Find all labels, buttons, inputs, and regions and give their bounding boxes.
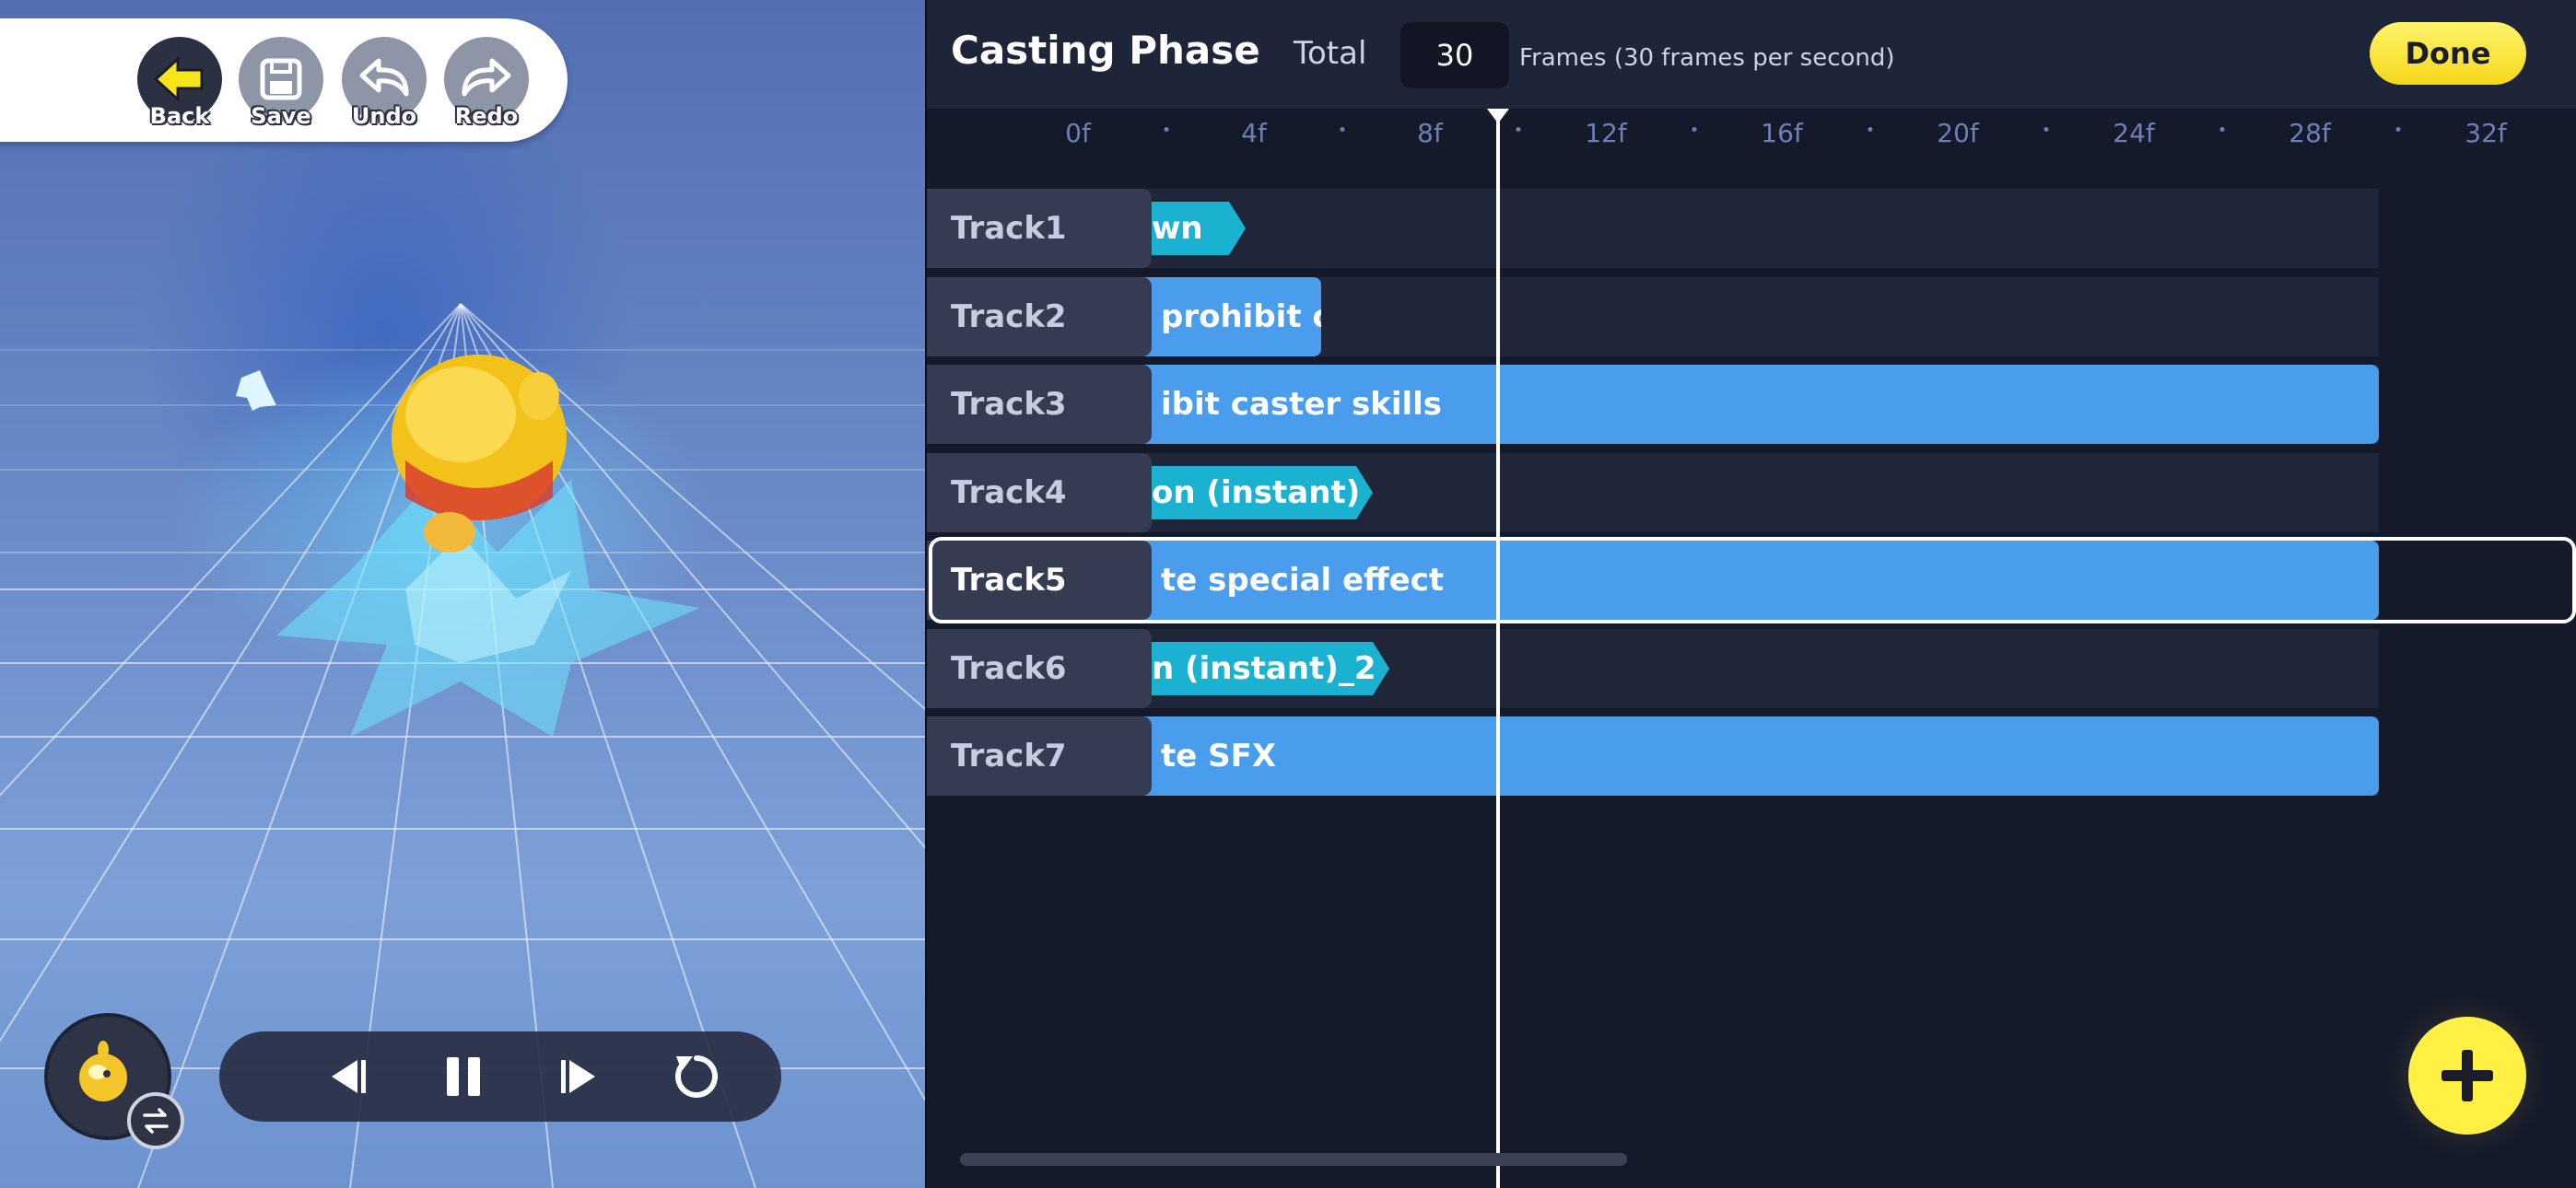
track-clip[interactable]: on (instant) — [1139, 466, 1373, 519]
clip-label: te special effect — [1161, 562, 1445, 599]
ruler-tick-label: 16f — [1761, 118, 1803, 148]
timeline-header: Casting Phase Total 30 Frames (30 frames… — [927, 0, 2576, 109]
step-back-button[interactable] — [321, 1049, 376, 1104]
track-clip[interactable]: te SFX — [1139, 716, 2379, 796]
clip-label: te SFX — [1161, 738, 1277, 775]
track-label-4[interactable]: Track4 — [927, 453, 1152, 532]
restart-button[interactable] — [669, 1049, 724, 1104]
track-clip[interactable]: prohibit cas — [1139, 277, 1321, 356]
plus-icon — [2441, 1050, 2493, 1101]
back-label: Back — [149, 103, 210, 129]
ruler-tick-label: 24f — [2113, 118, 2155, 148]
clip-label: prohibit cas — [1161, 298, 1321, 335]
save-label: Save — [251, 103, 311, 129]
track-clip[interactable]: wn — [1139, 202, 1246, 255]
ruler-tick-label: 12f — [1585, 118, 1627, 148]
page-title: Casting Phase — [951, 28, 1260, 73]
timeline-panel: Casting Phase Total 30 Frames (30 frames… — [925, 0, 2576, 1188]
ruler-half-tick — [1340, 127, 1344, 132]
track-clip[interactable]: te special effect — [1139, 541, 2379, 620]
ruler-half-tick — [1692, 127, 1696, 132]
playhead-handle[interactable] — [1487, 109, 1509, 123]
ruler-tick-label: 0f — [1065, 118, 1091, 148]
playhead[interactable] — [1496, 109, 1500, 1188]
ruler-tick-label: 8f — [1417, 118, 1443, 148]
ruler-tick-label: 32f — [2465, 118, 2507, 148]
clip-label: n (instant)_2 — [1152, 650, 1376, 687]
frame-ruler[interactable]: 0f 4f 8f 12f 16f 20f 24f 28f 32f — [927, 109, 2576, 160]
clip-label: wn — [1152, 210, 1203, 247]
clip-label: on (instant) — [1152, 474, 1361, 511]
step-forward-icon — [561, 1060, 595, 1093]
track-label-2[interactable]: Track2 — [927, 277, 1152, 356]
add-track-button[interactable] — [2408, 1017, 2526, 1135]
ruler-half-tick — [1516, 127, 1520, 132]
total-frames-input[interactable]: 30 — [1400, 22, 1509, 88]
done-button[interactable]: Done — [2370, 22, 2526, 85]
character-switch-button[interactable] — [44, 1013, 184, 1149]
back-button[interactable]: Back — [136, 37, 223, 129]
track-label-6[interactable]: Track6 — [927, 629, 1152, 708]
redo-button[interactable]: Redo — [443, 37, 530, 129]
track-clip[interactable]: ibit caster skills — [1139, 365, 2379, 444]
floor-grid — [0, 303, 925, 1188]
total-label: Total — [1294, 35, 1367, 72]
ruler-half-tick — [1164, 127, 1168, 132]
ruler-half-tick — [2043, 127, 2048, 132]
ruler-tick-label: 28f — [2289, 118, 2331, 148]
track-clip[interactable]: n (instant)_2 — [1139, 642, 1389, 695]
pause-icon — [447, 1057, 480, 1096]
frames-caption: Frames (30 frames per second) — [1519, 44, 1895, 72]
track-label-3[interactable]: Track3 — [927, 365, 1152, 444]
save-button[interactable]: Save — [238, 37, 324, 129]
pause-button[interactable] — [436, 1049, 491, 1104]
step-forward-button[interactable] — [551, 1049, 606, 1104]
playback-controls — [219, 1031, 781, 1122]
ruler-half-tick — [2219, 127, 2224, 132]
ruler-half-tick — [2395, 127, 2400, 132]
ruler-half-tick — [1868, 127, 1872, 132]
undo-label: Undo — [351, 103, 417, 129]
ruler-tick-label: 20f — [1937, 118, 1979, 148]
preview-viewport[interactable]: Back Save Undo Redo — [0, 0, 925, 1188]
ruler-tick-label: 4f — [1241, 118, 1267, 148]
track-label-5[interactable]: Track5 — [927, 541, 1152, 620]
undo-button[interactable]: Undo — [341, 37, 427, 129]
clip-label: ibit caster skills — [1161, 386, 1443, 423]
swap-icon — [127, 1092, 184, 1149]
redo-label: Redo — [454, 103, 519, 129]
restart-icon — [675, 1055, 718, 1098]
track-label-1[interactable]: Track1 — [927, 189, 1152, 268]
horizontal-scrollbar[interactable] — [960, 1153, 1627, 1166]
track-label-7[interactable]: Track7 — [927, 716, 1152, 796]
step-back-icon — [332, 1060, 366, 1093]
